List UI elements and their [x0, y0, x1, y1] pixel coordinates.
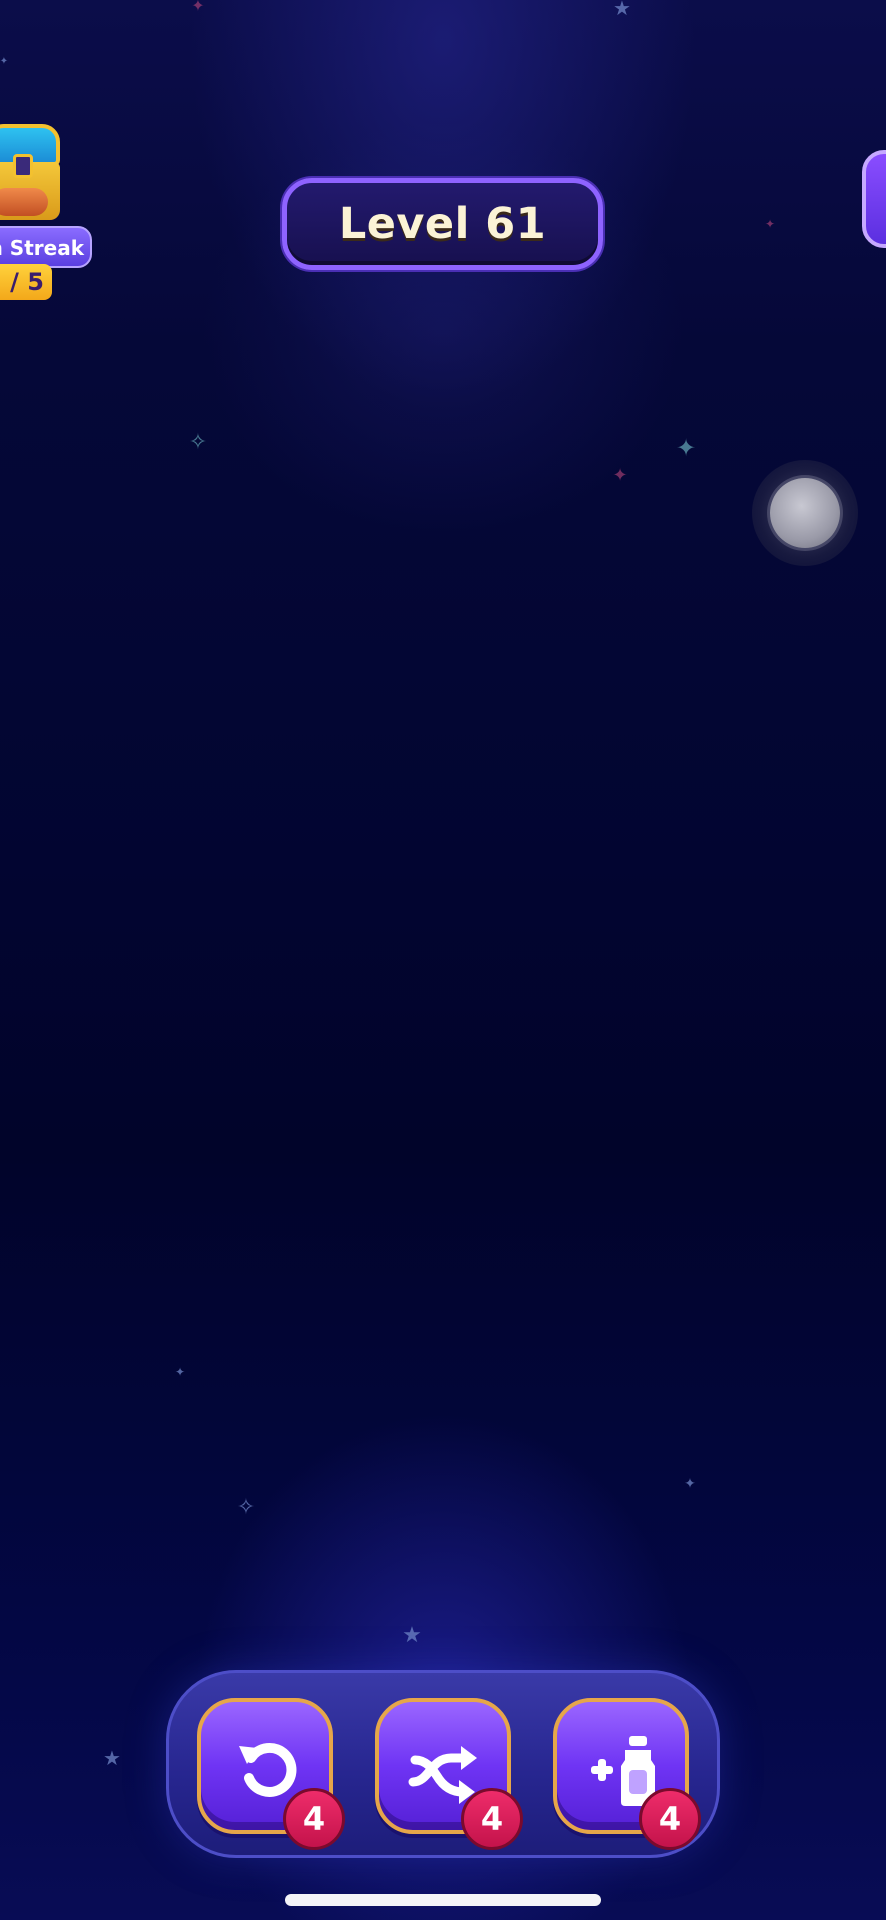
level-title: Level 61: [338, 199, 547, 249]
assistive-touch-button[interactable]: [752, 460, 858, 566]
undo-count-badge: 4: [283, 1788, 345, 1850]
star-decoration: ★: [613, 0, 631, 20]
settings-button[interactable]: [862, 150, 886, 248]
star-decoration: ✦: [191, 0, 205, 15]
win-streak-banner: n Streak: [0, 226, 92, 268]
star-decoration: ✦: [612, 465, 628, 486]
game-screen: ✦ ★ ✦ ✦ ✧ ✦ ✦ ✦ ✦ ✧ ★ ★ n Streak / 5 Lev…: [0, 0, 886, 1920]
win-streak-widget[interactable]: n Streak / 5: [0, 118, 92, 302]
level-title-pill: Level 61: [282, 178, 603, 270]
win-streak-label: n Streak: [0, 236, 84, 260]
star-decoration: ✧: [236, 1495, 256, 1520]
lock-icon: [13, 154, 33, 178]
star-decoration: ★: [402, 1623, 422, 1648]
scroll-icon: [0, 188, 48, 216]
star-decoration: ✦: [0, 56, 9, 67]
star-decoration: ✦: [684, 1476, 696, 1492]
assistive-touch-icon: [770, 478, 840, 548]
star-decoration: ✧: [188, 430, 208, 455]
shuffle-count-badge: 4: [461, 1788, 523, 1850]
home-indicator[interactable]: [285, 1894, 601, 1906]
star-decoration: ✦: [764, 217, 776, 231]
star-decoration: ✦: [675, 434, 697, 462]
win-streak-progress: / 5: [0, 264, 52, 300]
treasure-chest-icon: [0, 124, 60, 220]
star-decoration: ✦: [174, 1365, 186, 1379]
add-bottle-count-badge: 4: [639, 1788, 701, 1850]
star-decoration: ★: [103, 1746, 121, 1770]
